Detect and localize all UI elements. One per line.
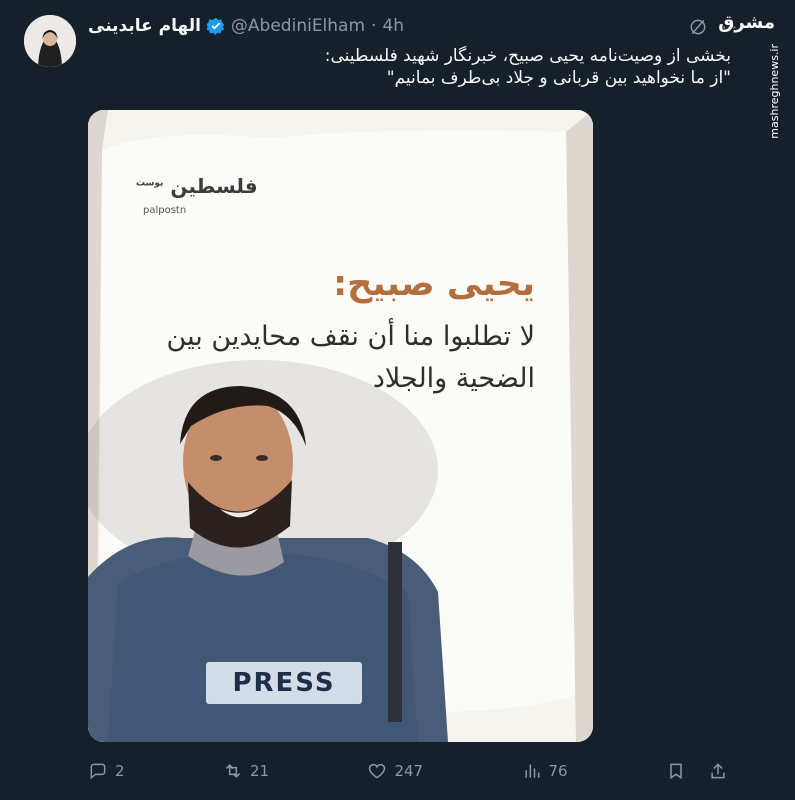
author-name[interactable]: الهام عابدینی — [88, 16, 201, 36]
outlet-logo: فلسطين بوست — [136, 174, 258, 198]
outlet-logo-subtext: بوست — [136, 178, 164, 189]
like-count: 247 — [394, 762, 424, 780]
grok-icon[interactable] — [688, 17, 708, 37]
views-button[interactable]: 76 — [522, 761, 568, 781]
repost-button[interactable]: 21 — [223, 761, 269, 781]
outlet-handle: palpostn — [143, 205, 187, 216]
tweet-time[interactable]: 4h — [382, 16, 404, 36]
reply-button[interactable]: 2 — [88, 761, 125, 781]
repost-count: 21 — [249, 762, 270, 780]
header-separator: · — [371, 16, 377, 36]
author-avatar[interactable] — [24, 15, 76, 67]
watermark-logo: مشرق — [718, 12, 775, 33]
author-handle[interactable]: @AbediniElham — [231, 16, 365, 36]
tweet-line-2: "از ما نخواهید بین قربانی و جلاد بی‌طرف … — [386, 68, 731, 88]
tweet-text: بخشی از وصیت‌نامه یحیی صبیح، خبرنگار شهی… — [111, 45, 731, 89]
share-icon[interactable] — [708, 761, 728, 781]
secondary-actions — [666, 761, 728, 781]
verified-badge-icon — [206, 17, 225, 35]
tweet-media[interactable]: فلسطين بوست palpostn يحيى صبيح: لا تطلبو… — [88, 110, 593, 742]
bookmark-icon[interactable] — [666, 761, 686, 781]
reply-icon — [90, 763, 106, 780]
press-vest-label: PRESS — [206, 662, 362, 704]
media-headline: يحيى صبيح: — [333, 264, 535, 304]
views-icon — [524, 764, 539, 778]
view-count: 76 — [548, 762, 568, 780]
watermark-url: mashreghnews.ir — [768, 44, 781, 139]
repost-icon — [225, 764, 241, 778]
tweet-line-1: بخشی از وصیت‌نامه یحیی صبیح، خبرنگار شهی… — [324, 46, 731, 66]
tweet-actions: 2 21 247 76 — [88, 761, 728, 781]
tweet-header: الهام عابدینی @AbediniElham · 4h — [88, 16, 404, 36]
reply-count: 2 — [115, 762, 125, 780]
like-button[interactable]: 247 — [367, 761, 423, 781]
outlet-logo-text: فلسطين — [170, 174, 258, 198]
heart-icon — [369, 763, 386, 779]
